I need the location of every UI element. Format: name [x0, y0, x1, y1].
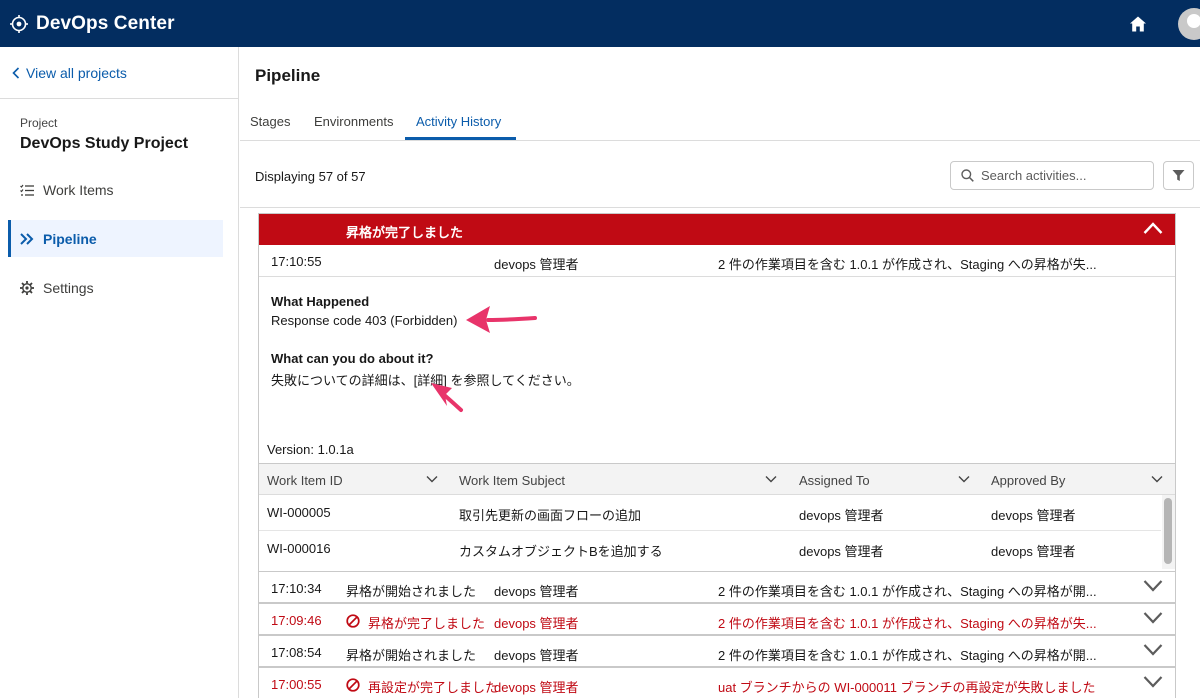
chevron-down-icon[interactable] — [1143, 611, 1163, 625]
project-label: Project — [20, 116, 58, 130]
column-header-assigned-to[interactable]: Assigned To — [799, 473, 870, 488]
activity-user: devops 管理者 — [494, 257, 579, 272]
what-can-you-do-label: What can you do about it? — [271, 351, 434, 366]
search-icon — [961, 169, 974, 182]
version-text: Version: 1.0.1a — [267, 442, 354, 457]
global-header: DevOps Center — [0, 0, 1200, 47]
activity-row[interactable]: 17:00:55 再設定が完了しました devops 管理者 uat ブランチか… — [258, 667, 1176, 698]
activity-time: 17:00:55 — [271, 677, 322, 692]
activity-description: 2 件の作業項目を含む 1.0.1 が作成され、Staging への昇格が開..… — [718, 584, 1097, 599]
chevron-down-icon[interactable] — [426, 475, 438, 483]
activity-user: devops 管理者 — [494, 648, 579, 663]
activity-description: uat ブランチからの WI-000011 ブランチの再設定が失敗しました — [718, 680, 1096, 695]
sidebar-item-work-items[interactable]: Work Items — [8, 171, 223, 208]
column-header-work-item-subject[interactable]: Work Item Subject — [459, 473, 565, 488]
sidebar-divider — [0, 98, 238, 99]
activity-row[interactable]: 17:10:34 昇格が開始されました devops 管理者 2 件の作業項目を… — [258, 571, 1176, 603]
column-header-approved-by[interactable]: Approved By — [991, 473, 1065, 488]
tab-activity-history[interactable]: Activity History — [416, 114, 501, 129]
search-box — [950, 161, 1154, 190]
details-link[interactable]: [詳細] — [414, 373, 447, 388]
chevron-down-icon[interactable] — [1143, 675, 1163, 689]
filter-icon — [1172, 170, 1185, 181]
activity-toolbar: Displaying 57 of 57 — [240, 142, 1200, 208]
assigned-to: devops 管理者 — [799, 508, 884, 523]
activity-status: 昇格が完了しました — [346, 225, 464, 240]
what-can-text-after: を参照してください。 — [446, 373, 580, 388]
column-header-work-item-id[interactable]: Work Item ID — [267, 473, 343, 488]
list-icon — [20, 184, 34, 196]
table-row[interactable]: WI-000016 カスタムオブジェクトBを追加する devops 管理者 de… — [259, 531, 1161, 567]
what-can-text-before: 失敗についての詳細は、 — [271, 373, 414, 388]
chevron-down-icon[interactable] — [1151, 475, 1163, 483]
user-avatar[interactable] — [1178, 8, 1200, 40]
activity-description: 2 件の作業項目を含む 1.0.1 が作成され、Staging への昇格が失..… — [718, 257, 1097, 272]
activity-time: 17:08:54 — [271, 645, 322, 660]
work-item-subject: 取引先更新の画面フローの追加 — [459, 508, 642, 523]
table-scroll-thumb[interactable] — [1164, 498, 1172, 564]
activity-user: devops 管理者 — [494, 616, 579, 631]
chevron-down-icon[interactable] — [1143, 643, 1163, 657]
chevron-down-icon[interactable] — [765, 475, 777, 483]
expanded-activity-card: 昇格が完了しました 17:10:55 devops 管理者 2 件の作業項目を含… — [258, 213, 1176, 610]
chevron-left-icon — [12, 67, 20, 79]
activity-time: 17:09:46 — [271, 613, 322, 628]
activity-status: 昇格が開始されました — [346, 648, 477, 663]
error-ban-icon — [346, 678, 360, 692]
table-header: Work Item ID Work Item Subject Assigned … — [259, 464, 1175, 495]
activity-description: 2 件の作業項目を含む 1.0.1 が作成され、Staging への昇格が開..… — [718, 648, 1097, 663]
page-title: Pipeline — [255, 66, 321, 85]
home-icon[interactable] — [1129, 15, 1147, 33]
what-happened-label: What Happened — [271, 294, 370, 309]
approved-by: devops 管理者 — [991, 508, 1076, 523]
approved-by: devops 管理者 — [991, 544, 1076, 559]
sidebar-item-label: Settings — [43, 279, 94, 296]
sidebar: View all projects Project DevOps Study P… — [0, 47, 239, 698]
activity-status: 再設定が完了しました — [368, 680, 499, 695]
sidebar-item-label: Pipeline — [43, 230, 97, 247]
sidebar-item-pipeline[interactable]: Pipeline — [8, 220, 223, 257]
chevron-up-icon[interactable] — [1143, 221, 1163, 235]
activity-user: devops 管理者 — [494, 584, 579, 599]
gear-icon — [20, 280, 34, 295]
activity-row[interactable]: 17:08:54 昇格が開始されました devops 管理者 2 件の作業項目を… — [258, 635, 1176, 667]
app-title: DevOps Center — [36, 12, 175, 34]
activity-card-header: 昇格が完了しました — [259, 214, 1175, 245]
tab-environments[interactable]: Environments — [314, 114, 393, 129]
tab-bar: Stages Environments Activity History — [240, 106, 1200, 141]
app-brand[interactable]: DevOps Center — [10, 13, 175, 35]
activity-description: 2 件の作業項目を含む 1.0.1 が作成され、Staging への昇格が失..… — [718, 616, 1097, 631]
view-all-projects-link[interactable]: View all projects — [12, 65, 127, 81]
active-tab-indicator — [405, 137, 516, 140]
record-count: Displaying 57 of 57 — [255, 169, 366, 184]
chevron-down-icon[interactable] — [1143, 579, 1163, 593]
table-row[interactable]: WI-000005 取引先更新の画面フローの追加 devops 管理者 devo… — [259, 495, 1161, 531]
activity-user: devops 管理者 — [494, 680, 579, 695]
assigned-to: devops 管理者 — [799, 544, 884, 559]
devops-target-icon — [10, 14, 28, 33]
work-item-id: WI-000016 — [267, 541, 331, 556]
what-happened-text: Response code 403 (Forbidden) — [271, 313, 458, 328]
chevron-down-icon[interactable] — [958, 475, 970, 483]
activity-time: 17:10:55 — [271, 254, 322, 269]
pipeline-icon — [20, 232, 34, 245]
search-input[interactable] — [981, 168, 1141, 183]
sidebar-item-label: Work Items — [43, 181, 114, 198]
what-can-you-do-text: 失敗についての詳細は、[詳細] を参照してください。 — [271, 370, 580, 389]
work-items-table: Work Item ID Work Item Subject Assigned … — [259, 463, 1175, 569]
activity-time: 17:10:34 — [271, 581, 322, 596]
activity-status: 昇格が開始されました — [346, 584, 477, 599]
sidebar-item-settings[interactable]: Settings — [8, 269, 223, 306]
activity-status: 昇格が完了しました — [368, 616, 486, 631]
project-name: DevOps Study Project — [20, 135, 189, 152]
work-item-id: WI-000005 — [267, 505, 331, 520]
filter-button[interactable] — [1163, 161, 1194, 190]
activity-summary-row[interactable]: 17:10:55 devops 管理者 2 件の作業項目を含む 1.0.1 が作… — [259, 245, 1175, 277]
back-link-label: View all projects — [26, 65, 127, 81]
work-item-subject: カスタムオブジェクトBを追加する — [459, 544, 663, 559]
tab-stages[interactable]: Stages — [250, 114, 290, 129]
activity-row[interactable]: 17:09:46 昇格が完了しました devops 管理者 2 件の作業項目を含… — [258, 603, 1176, 635]
main-content: Pipeline Stages Environments Activity Hi… — [240, 47, 1200, 698]
error-ban-icon — [346, 614, 360, 628]
